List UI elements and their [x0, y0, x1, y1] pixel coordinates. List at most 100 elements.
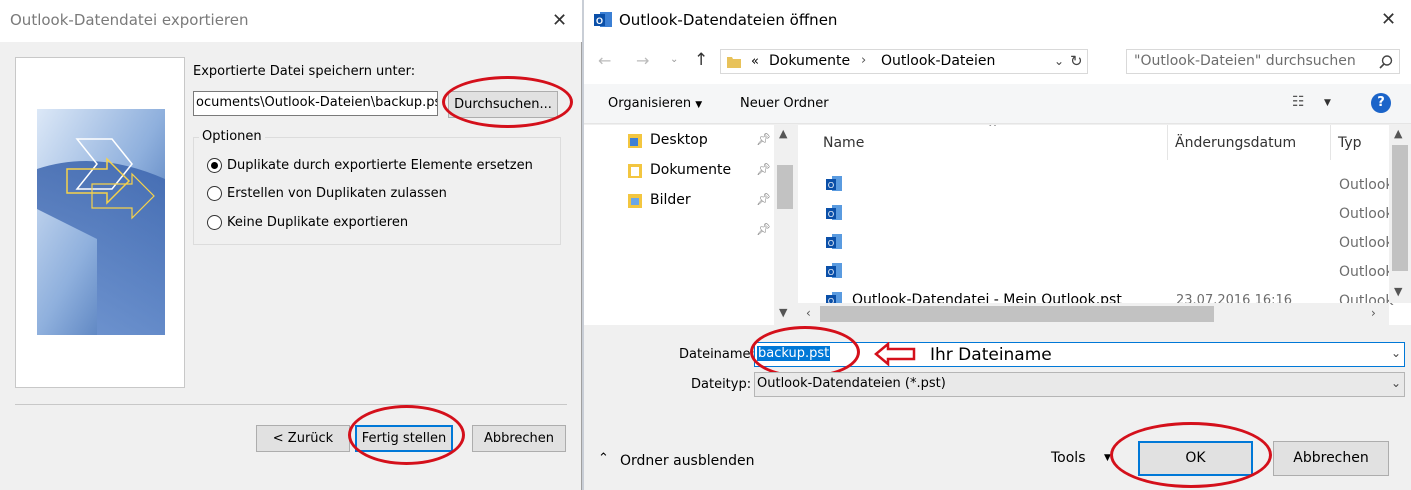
search-placeholder[interactable]: "Outlook-Dateien" durchsuchen — [1134, 53, 1356, 69]
breadcrumb-dokumente[interactable]: Dokumente — [769, 53, 850, 69]
sidebar-scroll-thumb[interactable] — [777, 165, 793, 209]
scroll-down-icon[interactable]: ▼ — [779, 306, 787, 319]
option-label-none[interactable]: Keine Duplikate exportieren — [227, 215, 408, 230]
export-dialog-titlebar: Outlook-Datendatei exportieren ✕ — [0, 0, 582, 42]
column-header-name[interactable]: Name — [823, 135, 864, 151]
pin-icon[interactable]: 📌︎ — [756, 162, 771, 176]
documents-folder-icon — [628, 164, 642, 178]
hide-folders-button[interactable]: Ordner ausblenden — [620, 453, 755, 469]
column-divider — [1167, 125, 1168, 160]
refresh-icon[interactable]: ↻ — [1070, 52, 1083, 70]
help-icon[interactable]: ? — [1371, 93, 1391, 113]
option-label-allow[interactable]: Erstellen von Duplikaten zulassen — [227, 186, 447, 201]
new-folder-button[interactable]: Neuer Ordner — [740, 96, 829, 111]
browse-button[interactable]: Durchsuchen... — [448, 91, 558, 118]
back-button[interactable]: < Zurück — [256, 425, 350, 452]
address-dropdown-icon[interactable]: ⌄ — [1054, 54, 1064, 68]
option-radio-allow[interactable] — [207, 186, 222, 201]
sidebar-item-desktop[interactable]: Desktop — [650, 132, 708, 148]
filetype-label: Dateityp: — [691, 377, 752, 392]
file-type: Outlook — [1339, 206, 1394, 222]
scroll-up-icon[interactable]: ▲ — [1394, 127, 1402, 140]
file-list-vscrollbar[interactable]: ▲ ▼ — [1389, 125, 1411, 303]
column-header-type[interactable]: Typ — [1338, 135, 1362, 151]
file-list-scroll-thumb[interactable] — [1392, 145, 1408, 271]
column-header-date[interactable]: Änderungsdatum — [1175, 135, 1296, 151]
export-path-input[interactable]: ocuments\Outlook-Dateien\backup.pst — [193, 91, 438, 116]
option-radio-none[interactable] — [207, 215, 222, 230]
search-box[interactable]: "Outlook-Dateien" durchsuchen — [1126, 49, 1400, 74]
desktop-folder-icon — [628, 134, 642, 148]
pst-file-icon: O — [826, 205, 842, 220]
file-list-hscroll-thumb[interactable] — [820, 306, 1214, 322]
close-icon[interactable]: ✕ — [1381, 9, 1396, 30]
chevron-down-icon[interactable]: ⌄ — [1391, 346, 1401, 360]
sidebar-item-bilder[interactable]: Bilder — [650, 192, 691, 208]
filename-selected-text[interactable]: backup.pst — [757, 346, 831, 361]
file-type: Outlook — [1339, 264, 1394, 280]
breadcrumb-outlook-dateien[interactable]: Outlook-Dateien — [881, 53, 995, 69]
scroll-up-icon[interactable]: ▲ — [779, 127, 787, 140]
finish-button[interactable]: Fertig stellen — [355, 425, 453, 452]
address-bar[interactable]: « Dokumente › Outlook-Dateien ⌄ ↻ — [720, 49, 1088, 74]
chevron-down-icon[interactable]: ⌄ — [1391, 376, 1401, 390]
up-arrow-icon[interactable]: ↑ — [694, 50, 708, 70]
pin-icon[interactable]: 📌︎ — [756, 192, 771, 206]
tools-dropdown-icon[interactable]: ▼ — [1104, 453, 1111, 463]
open-cancel-button[interactable]: Abbrechen — [1273, 441, 1389, 476]
organize-label: Organisieren — [608, 96, 692, 111]
file-type: Outlook — [1339, 235, 1394, 251]
back-arrow-icon[interactable]: ← — [598, 51, 611, 70]
svg-text:O: O — [828, 210, 834, 219]
outlook-app-icon: O — [594, 12, 612, 27]
scroll-down-icon[interactable]: ▼ — [1394, 285, 1402, 298]
pin-icon[interactable]: 📌︎ — [756, 132, 771, 146]
view-options-icon[interactable]: ☷ — [1292, 94, 1305, 110]
view-dropdown-icon[interactable]: ▼ — [1324, 98, 1331, 108]
table-row[interactable]: O Outlook — [798, 201, 1394, 229]
footer-divider — [15, 404, 567, 405]
search-icon[interactable] — [1379, 55, 1393, 69]
scroll-right-icon[interactable]: › — [1371, 306, 1376, 320]
wizard-image-panel — [15, 57, 185, 388]
svg-text:O: O — [596, 16, 603, 26]
annotation-arrow-icon — [874, 342, 916, 366]
filename-input[interactable]: backup.pst ⌄ — [754, 342, 1405, 367]
table-row[interactable]: O Outlook — [798, 172, 1394, 200]
option-label-replace[interactable]: Duplikate durch exportierte Elemente ers… — [227, 158, 533, 173]
option-radio-replace[interactable] — [207, 158, 222, 173]
save-as-label: Exportierte Datei speichern unter: — [193, 64, 416, 79]
wizard-illustration — [37, 109, 165, 335]
sidebar-item-dokumente[interactable]: Dokumente — [650, 162, 731, 178]
filename-label: Dateiname: — [679, 347, 755, 362]
file-list-pane: ^ Name Änderungsdatum Typ O Outlook O Ou… — [798, 125, 1411, 325]
pst-file-icon: O — [826, 234, 842, 249]
annotation-text: Ihr Dateiname — [930, 345, 1052, 365]
cancel-button[interactable]: Abbrechen — [472, 425, 566, 452]
svg-text:O: O — [828, 268, 834, 277]
table-row[interactable]: O Outlook — [798, 230, 1394, 258]
column-divider — [1330, 125, 1331, 160]
svg-text:O: O — [828, 239, 834, 248]
file-type: Outlook — [1339, 177, 1394, 193]
breadcrumb-overflow[interactable]: « — [751, 54, 759, 69]
open-dialog-title: Outlook-Datendateien öffnen — [619, 11, 838, 29]
tools-button[interactable]: Tools — [1051, 450, 1086, 466]
forward-arrow-icon[interactable]: → — [636, 51, 649, 70]
sidebar-scrollbar[interactable]: ▲ ▼ — [774, 125, 796, 325]
ok-button[interactable]: OK — [1138, 441, 1253, 476]
table-row[interactable]: O Outlook — [798, 259, 1394, 287]
filetype-select[interactable]: Outlook-Datendateien (*.pst) ⌄ — [754, 372, 1405, 397]
export-dialog-title: Outlook-Datendatei exportieren — [10, 11, 249, 29]
command-bar: Organisieren ▼ Neuer Ordner ☷ ▼ ? — [584, 84, 1411, 124]
scroll-left-icon[interactable]: ‹ — [806, 306, 811, 320]
file-list-hscrollbar[interactable]: ‹ › — [798, 303, 1389, 325]
organize-button[interactable]: Organisieren ▼ — [608, 96, 702, 111]
close-icon[interactable]: ✕ — [552, 10, 567, 31]
breadcrumb-chevron-icon: › — [861, 53, 867, 68]
collapse-chevron-icon[interactable]: ⌃ — [598, 451, 609, 466]
navigation-pane: Desktop 📌︎ Dokumente 📌︎ Bilder 📌︎ 📌︎ ▲ ▼ — [584, 125, 796, 325]
svg-text:O: O — [828, 181, 834, 190]
recent-chevron-icon[interactable]: ⌄ — [670, 54, 678, 65]
pin-icon[interactable]: 📌︎ — [756, 222, 771, 236]
